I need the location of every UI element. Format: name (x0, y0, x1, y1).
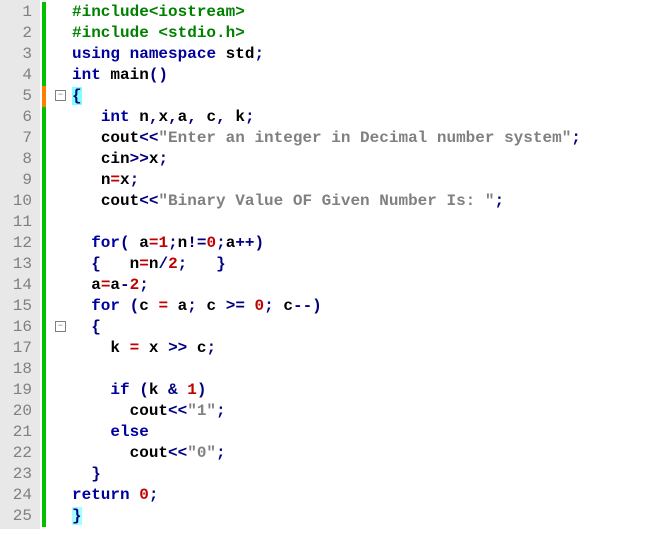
line-number: 17 (4, 338, 32, 359)
line-number: 15 (4, 296, 32, 317)
line-number: 22 (4, 443, 32, 464)
code-line: } (72, 464, 647, 485)
line-number: 12 (4, 233, 32, 254)
line-number: 2 (4, 23, 32, 44)
code-line: for (c = a; c >= 0; c--) (72, 296, 647, 317)
line-number: 8 (4, 149, 32, 170)
code-line: cin>>x; (72, 149, 647, 170)
code-line: { n=n/2; } (72, 254, 647, 275)
line-number: 4 (4, 65, 32, 86)
line-number: 13 (4, 254, 32, 275)
fold-toggle-icon[interactable]: − (55, 90, 66, 101)
line-number: 24 (4, 485, 32, 506)
code-line: cout<<"1"; (72, 401, 647, 422)
line-number: 3 (4, 44, 32, 65)
line-number: 10 (4, 191, 32, 212)
line-number-gutter: 1 2 3 4 5 6 7 8 9 10 11 12 13 14 15 16 1… (0, 0, 40, 529)
code-line: { (72, 317, 647, 338)
code-editor[interactable]: 1 2 3 4 5 6 7 8 9 10 11 12 13 14 15 16 1… (0, 0, 647, 529)
code-line: else (72, 422, 647, 443)
code-line: int n,x,a, c, k; (72, 107, 647, 128)
line-number: 6 (4, 107, 32, 128)
line-number: 1 (4, 2, 32, 23)
line-number: 9 (4, 170, 32, 191)
code-line: for( a=1;n!=0;a++) (72, 233, 647, 254)
code-line: cout<<"Enter an integer in Decimal numbe… (72, 128, 647, 149)
code-line (72, 212, 647, 233)
code-line: a=a-2; (72, 275, 647, 296)
code-line: int main() (72, 65, 647, 86)
line-number: 16 (4, 317, 32, 338)
code-line (72, 359, 647, 380)
line-number: 11 (4, 212, 32, 233)
line-number: 21 (4, 422, 32, 443)
line-number: 20 (4, 401, 32, 422)
code-line: n=x; (72, 170, 647, 191)
line-number: 18 (4, 359, 32, 380)
code-line: } (72, 506, 647, 527)
code-line: cout<<"Binary Value OF Given Number Is: … (72, 191, 647, 212)
code-line: #include <stdio.h> (72, 23, 647, 44)
code-area[interactable]: #include<iostream> #include <stdio.h> us… (68, 0, 647, 529)
code-line: return 0; (72, 485, 647, 506)
code-line: #include<iostream> (72, 2, 647, 23)
change-marker-column (40, 0, 54, 529)
code-line: if (k & 1) (72, 380, 647, 401)
line-number: 5 (4, 86, 32, 107)
fold-toggle-icon[interactable]: − (55, 321, 66, 332)
code-line: using namespace std; (72, 44, 647, 65)
line-number: 14 (4, 275, 32, 296)
fold-column: − − (54, 0, 68, 529)
code-line: { (72, 86, 647, 107)
line-number: 23 (4, 464, 32, 485)
code-line: cout<<"0"; (72, 443, 647, 464)
code-line: k = x >> c; (72, 338, 647, 359)
line-number: 7 (4, 128, 32, 149)
line-number: 19 (4, 380, 32, 401)
line-number: 25 (4, 506, 32, 527)
